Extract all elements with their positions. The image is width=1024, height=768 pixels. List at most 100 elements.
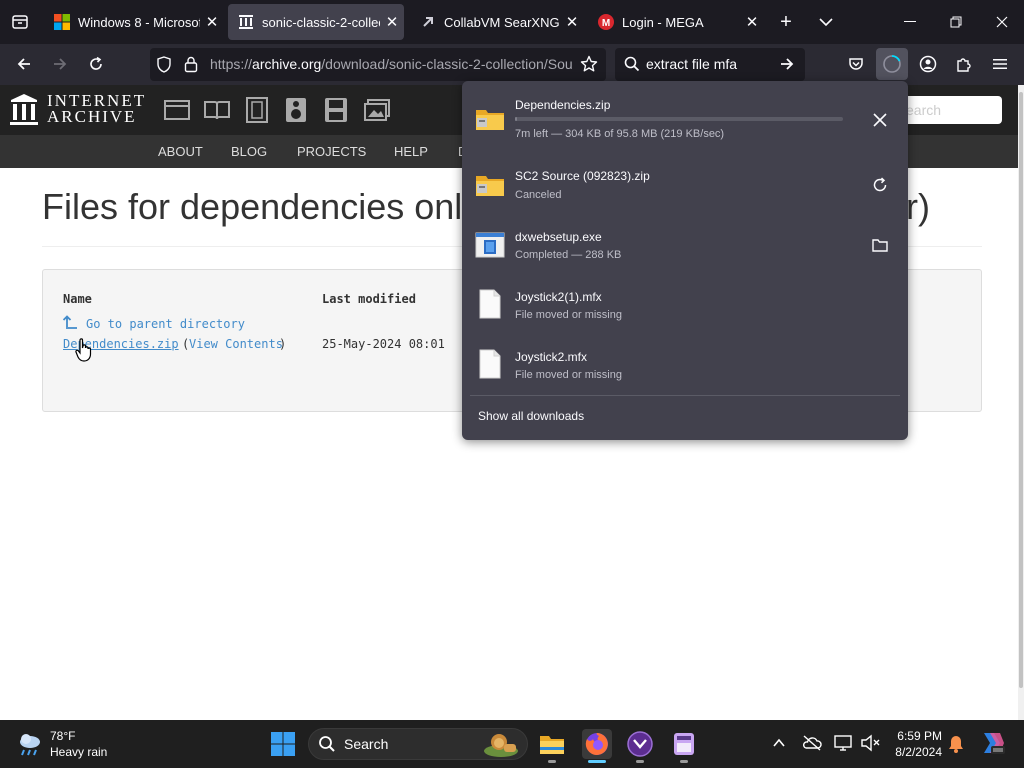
menu-item-help[interactable]: HELP [394, 135, 428, 168]
page-scrollbar-thumb[interactable] [1019, 92, 1023, 688]
notification-bell-icon[interactable] [948, 735, 964, 758]
bookmark-star-icon[interactable] [580, 55, 598, 78]
purple-window-app-icon [674, 733, 694, 755]
zip-folder-icon [476, 110, 504, 130]
onedrive-off-icon[interactable] [802, 734, 822, 757]
close-tab-icon[interactable]: ✕ [560, 13, 584, 31]
minimize-button[interactable] [890, 6, 930, 38]
clock-date[interactable]: 8/2/2024 [890, 745, 942, 759]
download-status: 7m left — 304 KB of 95.8 MB (219 KB/sec) [515, 128, 725, 140]
pocket-icon [849, 58, 863, 70]
tab-windows-8[interactable]: Windows 8 - Microsoft ✕ [44, 4, 224, 40]
network-display-icon[interactable] [834, 734, 854, 757]
show-in-folder-button[interactable] [866, 231, 894, 259]
taskbar-firefox[interactable] [582, 729, 612, 759]
weather-rain-cloud-icon[interactable] [16, 730, 44, 763]
list-all-tabs-button[interactable] [812, 8, 840, 36]
weather-temperature[interactable]: 78°F [50, 729, 75, 743]
downloads-button[interactable] [876, 48, 908, 80]
archive-logo-text[interactable]: INTERNET ARCHIVE [47, 92, 146, 125]
plus-icon: + [780, 10, 792, 33]
taskbar-search-label: Search [344, 736, 389, 752]
weather-condition[interactable]: Heavy rain [50, 745, 107, 759]
mega-logo-icon: M [598, 14, 614, 30]
search-bar[interactable]: extract file mfa [615, 48, 805, 81]
taskbar-search-icon [318, 735, 336, 758]
download-filename: Dependencies.zip [515, 98, 611, 112]
download-item-joystick2-mfx[interactable]: Joystick2.mfx File moved or missing [462, 340, 908, 400]
page-title-tail: r) [906, 186, 930, 227]
download-status: File moved or missing [515, 309, 622, 321]
archive-building-icon [10, 94, 38, 125]
download-progress-bar [515, 117, 843, 121]
taskbar-visual-studio[interactable] [626, 730, 654, 758]
search-highlight-lion-icon[interactable] [482, 729, 520, 764]
parent-directory-label[interactable]: Go to parent directory [86, 317, 245, 331]
forward-button[interactable] [46, 50, 74, 78]
tracking-protection-shield-icon[interactable] [156, 56, 172, 78]
clock-time[interactable]: 6:59 PM [890, 729, 942, 743]
hamburger-menu-icon [993, 59, 1007, 69]
volume-muted-icon[interactable] [860, 734, 880, 757]
account-button[interactable] [914, 50, 942, 78]
texts-book-icon[interactable] [204, 99, 230, 126]
app-running-indicator [680, 760, 688, 763]
up-arrow-icon [63, 315, 77, 329]
last-modified-value: 25-May-2024 08:01 [322, 337, 445, 351]
video-film-icon[interactable] [244, 97, 270, 128]
software-floppy-icon[interactable] [324, 97, 348, 128]
new-tab-button[interactable]: + [772, 8, 800, 36]
download-item-dxwebsetup-exe[interactable]: dxwebsetup.exe Completed — 288 KB [462, 220, 908, 280]
menu-item-about[interactable]: ABOUT [158, 135, 203, 168]
reload-button[interactable] [82, 50, 110, 78]
audio-speaker-icon[interactable] [285, 97, 307, 128]
search-go-arrow-icon[interactable] [779, 56, 795, 77]
column-header-name[interactable]: Name [63, 292, 92, 306]
column-header-last-modified[interactable]: Last modified [322, 292, 416, 306]
taskbar-file-explorer[interactable] [538, 730, 566, 758]
pocket-button[interactable] [842, 50, 870, 78]
show-hidden-icons-chevron-up-icon[interactable] [772, 736, 786, 755]
close-tab-icon[interactable]: ✕ [740, 13, 764, 31]
web-icon[interactable] [164, 99, 190, 126]
archive-search-input[interactable]: earch [896, 96, 1002, 124]
retry-download-button[interactable] [866, 171, 894, 199]
url-bar[interactable]: https://archive.org/download/sonic-class… [150, 48, 606, 81]
windows-start-icon [271, 732, 295, 756]
extensions-button[interactable] [950, 50, 978, 78]
start-button[interactable] [270, 731, 296, 762]
taskbar-app-purple-window[interactable] [670, 730, 698, 758]
reload-icon [90, 56, 102, 70]
app-menu-button[interactable] [986, 50, 1014, 78]
archive-logo[interactable] [10, 94, 38, 131]
images-icon[interactable] [364, 99, 390, 126]
download-item-sc2-source-zip[interactable]: SC2 Source (092823).zip Canceled [462, 160, 908, 220]
cancel-download-button[interactable] [866, 106, 894, 134]
firefox-view-icon [12, 15, 28, 29]
arrow-left-icon [17, 58, 30, 70]
tab-collabvm-searxng[interactable]: CollabVM SearXNG ✕ [410, 4, 584, 40]
copilot-icon[interactable] [978, 729, 1006, 762]
close-tab-icon[interactable]: ✕ [380, 13, 404, 31]
download-progress-icon [883, 55, 901, 73]
download-item-joystick2-1-mfx[interactable]: Joystick2(1).mfx File moved or missing [462, 280, 908, 340]
padlock-icon[interactable] [184, 56, 198, 78]
cancel-icon [873, 113, 887, 127]
show-all-downloads-button[interactable]: Show all downloads [478, 409, 584, 423]
close-window-button[interactable] [982, 6, 1022, 38]
close-tab-icon[interactable]: ✕ [200, 13, 224, 31]
firefox-view-button[interactable] [6, 8, 34, 36]
tab-login-mega[interactable]: M Login - MEGA ✕ [588, 4, 764, 40]
page-title: Files for dependencies onl [42, 186, 463, 227]
menu-item-projects[interactable]: PROJECTS [297, 135, 366, 168]
back-button[interactable] [10, 50, 38, 78]
menu-item-blog[interactable]: BLOG [231, 135, 267, 168]
tab-sonic-classic-2-collection[interactable]: sonic-classic-2-collection ✕ [228, 4, 404, 40]
blank-file-icon [479, 349, 501, 379]
url-text[interactable]: https://archive.org/download/sonic-class… [210, 48, 572, 81]
view-contents-link[interactable]: View Contents [189, 337, 283, 351]
searxng-icon [420, 14, 436, 30]
restore-button[interactable] [936, 6, 976, 38]
search-input[interactable]: extract file mfa [646, 48, 737, 81]
tab-label: Login - MEGA [622, 14, 704, 30]
